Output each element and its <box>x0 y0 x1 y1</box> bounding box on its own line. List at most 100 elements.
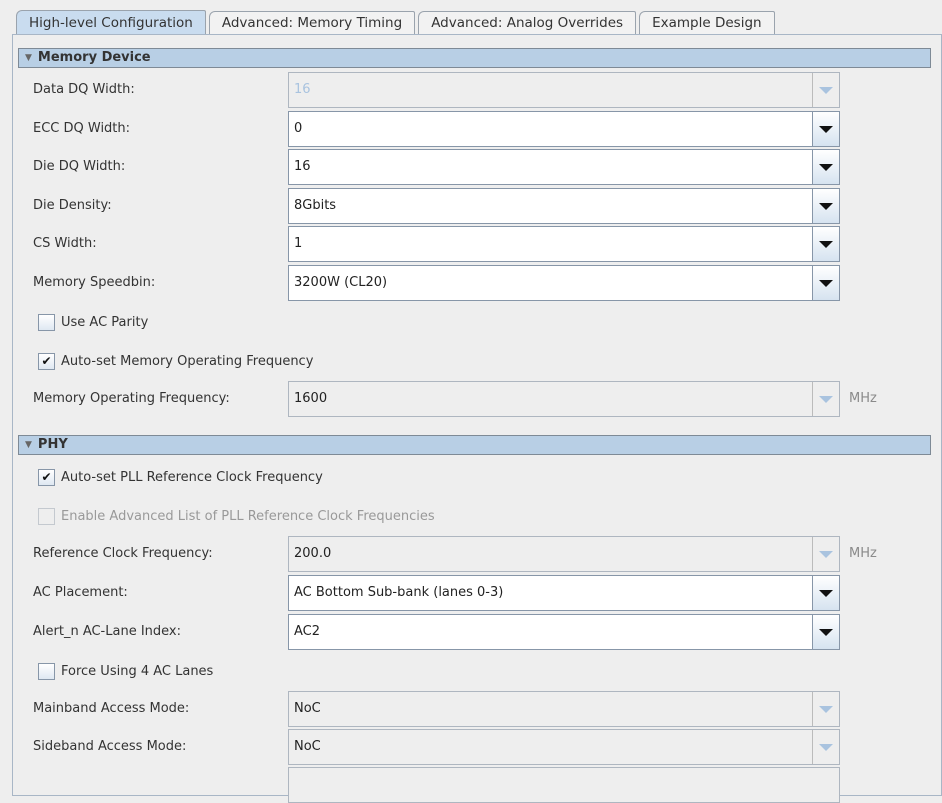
value: NoC <box>294 701 321 716</box>
checkbox-box[interactable] <box>38 662 55 680</box>
chevron-down-icon <box>819 628 833 636</box>
dropdown-button[interactable] <box>812 189 839 223</box>
unit-label: MHz <box>849 546 877 561</box>
reference-clock-frequency-combo[interactable]: 200.0 <box>288 536 840 572</box>
chevron-down-icon <box>819 86 833 94</box>
data-dq-width-combo[interactable]: 16 <box>288 72 840 108</box>
check-icon[interactable]: ✔ <box>38 352 55 370</box>
row-data-dq-width: Data DQ Width: 16 <box>0 72 942 108</box>
value: 1600 <box>294 391 328 406</box>
memory-operating-frequency-combo[interactable]: 1600 <box>288 381 840 417</box>
value: AC Bottom Sub-bank (lanes 0-3) <box>294 585 504 600</box>
die-density-combo[interactable]: 8Gbits <box>288 188 840 224</box>
tab-example-design[interactable]: Example Design <box>639 11 775 34</box>
row-die-dq-width: Die DQ Width: 16 <box>0 149 942 185</box>
value: AC2 <box>294 624 321 639</box>
row-use-ac-parity: Use AC Parity <box>0 304 942 340</box>
dropdown-button[interactable] <box>812 615 839 649</box>
dropdown-button[interactable] <box>812 730 839 764</box>
use-ac-parity-checkbox[interactable]: Use AC Parity <box>38 304 148 340</box>
dropdown-button[interactable] <box>812 576 839 610</box>
section-phy[interactable]: ▼ PHY <box>18 435 931 455</box>
label: Die Density: <box>33 198 112 213</box>
chevron-down-icon <box>819 589 833 597</box>
memory-speedbin-combo[interactable]: 3200W (CL20) <box>288 265 840 301</box>
label: Mainband Access Mode: <box>33 701 190 716</box>
chevron-down-icon <box>819 705 833 713</box>
force-4-ac-lanes-checkbox[interactable]: Force Using 4 AC Lanes <box>38 653 213 689</box>
auto-set-pll-checkbox[interactable]: ✔ Auto-set PLL Reference Clock Frequency <box>38 459 323 495</box>
unit-label: MHz <box>849 391 877 406</box>
row-sideband: Sideband Access Mode: NoC <box>0 729 942 765</box>
row-ac-placement: AC Placement: AC Bottom Sub-bank (lanes 0… <box>0 575 942 611</box>
section-title: Memory Device <box>37 50 151 65</box>
ecc-dq-width-combo[interactable]: 0 <box>288 111 840 147</box>
label: Force Using 4 AC Lanes <box>61 663 214 679</box>
collapse-triangle-icon: ▼ <box>25 440 32 450</box>
row-adv-pll: Enable Advanced List of PLL Reference Cl… <box>0 498 942 534</box>
die-dq-width-combo[interactable]: 16 <box>288 149 840 185</box>
checkbox-box[interactable] <box>38 313 55 331</box>
row-mainband: Mainband Access Mode: NoC <box>0 691 942 727</box>
dropdown-button[interactable] <box>812 382 839 416</box>
value: 1 <box>294 236 303 251</box>
enable-advanced-pll-list-checkbox[interactable]: Enable Advanced List of PLL Reference Cl… <box>38 498 435 534</box>
label: Memory Speedbin: <box>33 275 156 290</box>
label: Alert_n AC-Lane Index: <box>33 624 181 639</box>
collapse-triangle-icon: ▼ <box>25 53 32 63</box>
label: Enable Advanced List of PLL Reference Cl… <box>61 508 435 524</box>
dropdown-button[interactable] <box>812 266 839 300</box>
row-alert-n: Alert_n AC-Lane Index: AC2 <box>0 614 942 650</box>
next-combo-partial[interactable] <box>288 767 840 803</box>
label: ECC DQ Width: <box>33 121 131 136</box>
label: Auto-set Memory Operating Frequency <box>61 353 314 369</box>
chevron-down-icon <box>819 240 833 248</box>
label: Use AC Parity <box>61 314 149 330</box>
tab-advanced-memory-timing[interactable]: Advanced: Memory Timing <box>208 11 416 34</box>
section-memory-device[interactable]: ▼ Memory Device <box>18 48 931 68</box>
label: Memory Operating Frequency: <box>33 391 230 406</box>
value: 8Gbits <box>294 198 337 213</box>
chevron-down-icon <box>819 202 833 210</box>
chevron-down-icon <box>819 550 833 558</box>
chevron-down-icon <box>819 743 833 751</box>
value: 200.0 <box>294 546 332 561</box>
sideband-access-mode-combo[interactable]: NoC <box>288 729 840 765</box>
dropdown-button[interactable] <box>812 112 839 146</box>
check-icon[interactable]: ✔ <box>38 468 55 486</box>
value: 3200W (CL20) <box>294 275 388 290</box>
tab-bar: High-level Configuration Advanced: Memor… <box>16 10 778 35</box>
alert-n-ac-lane-combo[interactable]: AC2 <box>288 614 840 650</box>
dropdown-button[interactable] <box>812 227 839 261</box>
value: 16 <box>294 159 311 174</box>
dropdown-button[interactable] <box>812 150 839 184</box>
value: NoC <box>294 739 321 754</box>
tab-high-level-configuration[interactable]: High-level Configuration <box>16 10 206 35</box>
row-op-freq: Memory Operating Frequency: 1600 MHz <box>0 381 942 417</box>
cs-width-combo[interactable]: 1 <box>288 226 840 262</box>
label: CS Width: <box>33 236 97 251</box>
dropdown-button[interactable] <box>812 73 839 107</box>
label: Die DQ Width: <box>33 159 126 174</box>
mainband-access-mode-combo[interactable]: NoC <box>288 691 840 727</box>
ac-placement-combo[interactable]: AC Bottom Sub-bank (lanes 0-3) <box>288 575 840 611</box>
chevron-down-icon <box>819 163 833 171</box>
dropdown-button[interactable] <box>812 692 839 726</box>
auto-set-frequency-checkbox[interactable]: ✔ Auto-set Memory Operating Frequency <box>38 343 313 379</box>
dropdown-button[interactable] <box>812 537 839 571</box>
label: Reference Clock Frequency: <box>33 546 213 561</box>
row-ref-clk: Reference Clock Frequency: 200.0 MHz <box>0 536 942 572</box>
checkbox-box[interactable] <box>38 507 55 525</box>
section-title: PHY <box>37 437 68 452</box>
row-force-4ac: Force Using 4 AC Lanes <box>0 653 942 689</box>
tab-advanced-analog-overrides[interactable]: Advanced: Analog Overrides <box>418 11 637 34</box>
label: Sideband Access Mode: <box>33 739 187 754</box>
row-ecc-dq-width: ECC DQ Width: 0 <box>0 111 942 147</box>
value: 0 <box>294 121 303 136</box>
value: 16 <box>294 82 311 97</box>
row-die-density: Die Density: 8Gbits <box>0 188 942 224</box>
row-auto-freq: ✔ Auto-set Memory Operating Frequency <box>0 343 942 379</box>
chevron-down-icon <box>819 125 833 133</box>
chevron-down-icon <box>819 279 833 287</box>
row-memory-speedbin: Memory Speedbin: 3200W (CL20) <box>0 265 942 301</box>
